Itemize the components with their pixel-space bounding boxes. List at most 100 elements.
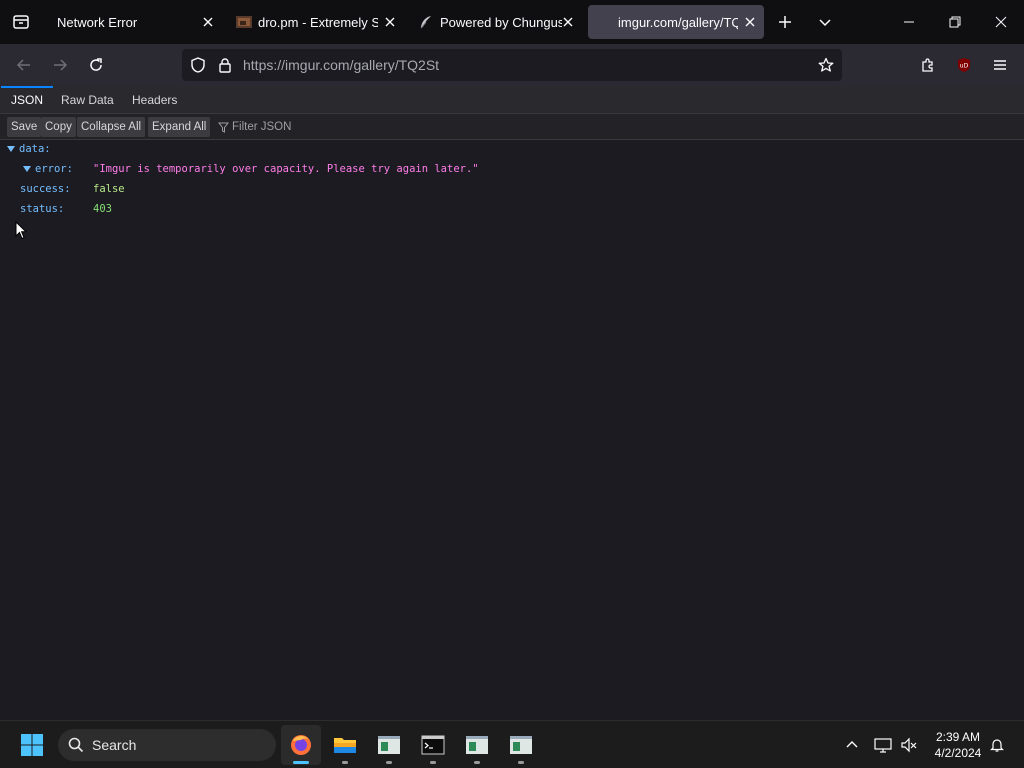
json-viewer-tabs: JSON Raw Data Headers [0,86,1024,114]
expand-toggle-icon[interactable] [7,146,15,152]
extensions-button[interactable] [912,49,944,81]
minimize-icon [904,21,914,23]
tree-value-error: "Imgur is temporarily over capacity. Ple… [93,160,479,178]
taskbar: Search 2:39 AM 4/2/2024 [0,720,1024,768]
tree-key: data: [19,143,51,155]
tab-close-button[interactable] [382,14,398,30]
taskbar-app-window-1[interactable] [369,725,409,765]
taskbar-search[interactable]: Search [58,729,276,761]
tree-row-success[interactable]: success: [20,180,71,198]
close-icon [995,16,1007,28]
forward-button[interactable] [44,49,76,81]
reload-button[interactable] [80,49,112,81]
tree-key: success: [20,183,71,195]
tab-json[interactable]: JSON [1,86,54,114]
tab-raw-data[interactable]: Raw Data [51,86,124,114]
restore-button[interactable] [932,0,978,44]
network-status-button[interactable] [871,733,895,757]
app-window-icon [378,736,400,754]
tab-strip: Network Error dro.pm - Extremely Short P… [0,0,1024,44]
lock-icon[interactable] [217,57,233,73]
system-clock[interactable]: 2:39 AM 4/2/2024 [928,729,988,761]
tab-headers[interactable]: Headers [122,86,187,114]
image-thumbnail-icon [236,16,252,28]
close-icon [745,17,755,27]
clock-date: 4/2/2024 [934,746,982,760]
tab-title: Powered by ChungusTech [440,14,562,30]
taskbar-app-window-2[interactable] [457,725,497,765]
close-icon [385,17,395,27]
notifications-button[interactable] [985,733,1009,757]
firefox-icon [291,735,311,755]
running-indicator [518,761,524,764]
tab-chungustech[interactable]: Powered by ChungusTech [410,5,582,39]
ublock-origin-button[interactable]: uD [948,49,980,81]
back-button[interactable] [8,49,40,81]
tab-list-button[interactable] [0,0,42,44]
tree-value-success: false [93,180,125,198]
close-icon [563,17,573,27]
plus-icon [779,16,791,28]
tree-value: "Imgur is temporarily over capacity. Ple… [93,163,479,175]
hamburger-menu-icon [994,60,1006,70]
tree-value: 403 [93,203,112,215]
save-button[interactable]: Save [7,117,42,137]
taskbar-app-terminal[interactable] [413,725,453,765]
tree-key: status: [20,203,65,215]
reload-icon [90,58,102,71]
tab-title: dro.pm - Extremely Short [258,14,378,30]
network-monitor-icon [874,738,892,753]
taskbar-app-window-3[interactable] [501,725,541,765]
tab-dro-pm[interactable]: dro.pm - Extremely Short [228,5,404,39]
bookmark-star-icon[interactable] [818,57,834,73]
tree-value-status: 403 [93,200,112,218]
tab-close-button[interactable] [200,14,216,30]
tab-title: Network Error [57,14,138,30]
arrow-left-icon [16,59,30,71]
running-indicator [430,761,436,764]
minimize-button[interactable] [886,0,932,44]
tab-network-error[interactable]: Network Error [46,5,222,39]
expand-toggle-icon[interactable] [23,166,31,172]
tab-imgur[interactable]: imgur.com/gallery/TQ2St [588,5,764,39]
tab-close-button[interactable] [742,14,758,30]
app-window-icon [510,736,532,754]
ublock-shield-icon: uD [958,58,970,72]
volume-muted-icon [901,737,917,753]
start-button[interactable] [12,725,52,765]
list-all-tabs-button[interactable] [809,6,841,38]
filter-placeholder: Filter JSON [232,121,292,133]
address-bar[interactable]: https://imgur.com/gallery/TQ2St [182,49,842,81]
taskbar-app-file-explorer[interactable] [325,725,365,765]
filter-json-input[interactable]: Filter JSON [218,117,291,137]
shield-icon[interactable] [190,57,206,73]
chevron-up-icon [846,741,858,748]
app-menu-button[interactable] [984,49,1016,81]
close-window-button[interactable] [978,0,1024,44]
collapse-all-button[interactable]: Collapse All [77,117,146,137]
app-window-icon [466,736,488,754]
running-indicator [386,761,392,764]
search-icon [68,737,84,753]
svg-text:uD: uD [960,63,969,70]
copy-button[interactable]: Copy [41,117,76,137]
tree-row-status[interactable]: status: [20,200,64,218]
taskbar-app-firefox[interactable] [281,725,321,765]
tree-row-data[interactable]: data: [7,140,51,158]
puzzle-piece-icon [922,58,933,72]
tree-key: error: [35,163,73,175]
new-tab-button[interactable] [769,6,801,38]
bell-icon [990,739,1004,752]
arrow-right-icon [54,59,68,71]
close-icon [203,17,213,27]
tree-value: false [93,183,125,195]
expand-all-button[interactable]: Expand All [148,117,211,137]
show-hidden-icons-button[interactable] [840,733,864,757]
tree-row-error[interactable]: error: [23,160,73,178]
navigation-bar: https://imgur.com/gallery/TQ2St uD [0,44,1024,86]
tab-close-button[interactable] [560,14,576,30]
search-label: Search [92,737,137,753]
tab-list-icon [13,15,29,29]
volume-button[interactable] [897,733,921,757]
url-text[interactable]: https://imgur.com/gallery/TQ2St [243,57,439,73]
